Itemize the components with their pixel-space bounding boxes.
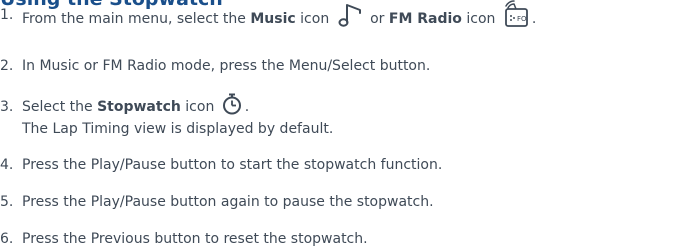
step-number: 3.: [0, 99, 14, 115]
step-text: Select the Stopwatch icon .: [22, 93, 250, 118]
step-text: From the main menu, select the Music ico…: [22, 0, 537, 34]
music-note-icon: [338, 2, 362, 28]
fm-radio-label: FM Radio: [388, 11, 462, 27]
step-text-part: .: [244, 99, 250, 115]
step-number: 4.: [0, 157, 14, 173]
step-number: 1.: [0, 7, 14, 23]
step-subtext: The Lap Timing view is displayed by defa…: [22, 121, 334, 137]
step-text: Press the Previous button to reset the s…: [22, 231, 368, 247]
step-text-part: icon: [185, 99, 215, 115]
step-number: 6.: [0, 231, 14, 247]
music-label: Music: [250, 11, 296, 27]
step-text: Press the Play/Pause button again to pau…: [22, 194, 434, 210]
step-text-part: icon: [300, 11, 330, 27]
step-text-part: icon: [466, 11, 496, 27]
step-text-part: .: [531, 11, 537, 27]
stopwatch-icon: [221, 93, 243, 115]
step-text: Press the Play/Pause button to start the…: [22, 157, 443, 173]
step-text-part: Select the: [22, 99, 93, 115]
step-number: 2.: [0, 58, 14, 74]
stopwatch-label: Stopwatch: [97, 99, 181, 115]
step-number: 5.: [0, 194, 14, 210]
fm-radio-icon: FO: [502, 0, 530, 28]
svg-text:FO: FO: [517, 15, 527, 23]
step-text: In Music or FM Radio mode, press the Men…: [22, 58, 431, 74]
step-text-part: or: [370, 11, 385, 27]
step-text-part: From the main menu, select the: [22, 11, 246, 27]
